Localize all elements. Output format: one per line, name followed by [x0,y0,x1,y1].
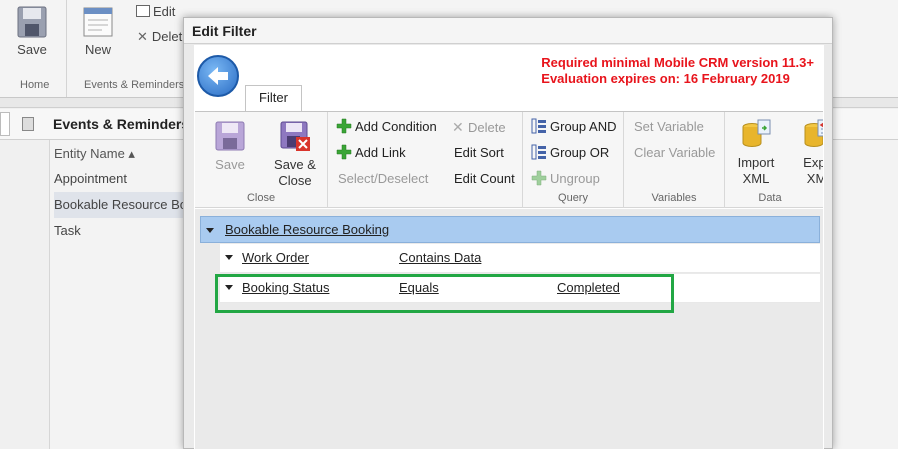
group-and-icon [531,118,546,134]
highlight-box [215,274,674,313]
export-label-2: XMl [806,171,823,186]
bg-save-button[interactable]: Save [4,6,60,57]
edit-filter-dialog: Edit Filter Filter Required minimal Mobi… [183,17,833,449]
save-label: Save [215,157,245,172]
ribbon-group-label-variables: Variables [651,192,697,204]
delete-x-icon: ✕ [452,119,464,135]
group-or-label: Group OR [550,145,610,160]
delete-label: Delete [468,120,506,135]
bg-scroll-handle[interactable] [0,112,10,136]
condition-field-link[interactable]: Work Order [242,250,309,265]
ribbon-group-data: Import XML Expo XMl Data [725,112,823,208]
plus-icon [531,170,547,186]
filter-tree: Bookable Resource Booking Work Order Con… [195,209,823,449]
divider [66,0,67,97]
bg-delete-label: Delet [151,29,183,44]
group-or-button[interactable]: Group OR [531,143,609,163]
save-button[interactable]: Save [205,120,255,173]
notice-expiry: Evaluation expires on: 16 February 2019 [541,71,790,86]
add-condition-label: Add Condition [355,119,437,134]
back-button[interactable] [197,55,239,97]
floppy-disk-icon [17,6,47,38]
condition-operator-link[interactable]: Contains Data [399,250,481,265]
import-label-1: Import [737,155,775,170]
ribbon-group-query: Group AND Group OR Ungroup Query [523,112,624,208]
save-close-button[interactable]: Save & Close [267,120,323,189]
delete-button[interactable]: ✕ Delete [452,117,506,137]
group-or-icon [531,144,546,160]
dialog-title: Edit Filter [184,18,832,44]
bg-group-events-label: Events & Reminders [84,79,185,91]
ribbon-group-label-data: Data [758,192,782,204]
import-label-2: XML [742,171,770,186]
group-and-button[interactable]: Group AND [531,117,616,137]
floppy-disk-icon [215,121,245,151]
expand-triangle-icon[interactable] [225,255,233,260]
dialog-body: Filter Required minimal Mobile CRM versi… [194,45,824,449]
filter-ribbon: Save Save & Close Close Add Condition Ad… [195,111,823,208]
ribbon-group-label-query: Query [558,192,588,204]
ribbon-group-label-close: Close [246,192,276,204]
bg-new-button[interactable]: New [72,6,124,57]
edit-icon [136,5,150,17]
export-label-1: Expo [803,155,823,170]
tree-row: Work Order Contains Data [220,244,820,273]
save-close-label-1: Save & [274,157,316,172]
export-xml-button[interactable]: Expo XMl [791,118,823,187]
ungroup-label: Ungroup [550,171,600,186]
edit-count-button[interactable]: Edit Count [454,169,515,189]
tab-filter[interactable]: Filter [245,85,302,111]
group-and-label: Group AND [550,119,617,134]
import-xml-button[interactable]: Import XML [729,118,783,187]
ribbon-group-close: Save Save & Close Close [195,112,328,208]
clear-variable-button[interactable]: Clear Variable [634,143,715,163]
plus-icon [336,144,352,160]
ungroup-button[interactable]: Ungroup [531,169,600,189]
select-deselect-button[interactable]: Select/Deselect [338,169,428,189]
ribbon-group-edit: Add Condition Add Link Select/Deselect ✕… [328,112,523,208]
edit-sort-button[interactable]: Edit Sort [454,143,504,163]
database-import-icon [742,119,771,147]
save-close-icon [280,121,310,151]
add-link-button[interactable]: Add Link [336,143,406,163]
root-entity-link[interactable]: Bookable Resource Booking [225,222,389,237]
bg-edit-label: Edit [153,4,176,19]
evaluation-notice: Required minimal Mobile CRM version 11.3… [541,55,814,87]
expand-triangle-icon[interactable] [206,228,214,233]
tree-root-row[interactable]: Bookable Resource Booking [200,216,820,243]
add-condition-button[interactable]: Add Condition [336,117,437,137]
bg-save-label: Save [17,42,47,57]
new-document-icon [83,7,113,37]
bg-delete-button[interactable]: ✕ Delet [137,29,182,45]
bg-group-home-label: Home [20,79,50,91]
notice-version: Required minimal Mobile CRM version 11.3… [541,55,814,70]
bg-new-label: New [84,42,111,57]
bg-list-title: Events & Reminders [53,116,190,132]
arrow-left-icon [208,67,228,85]
set-variable-button[interactable]: Set Variable [634,117,704,137]
add-link-label: Add Link [355,145,406,160]
delete-x-icon: ✕ [137,29,148,44]
save-close-label-2: Close [278,173,312,188]
database-export-icon [804,119,823,147]
plus-icon [336,118,352,134]
list-icon [22,117,34,131]
bg-edit-button[interactable]: Edit [136,4,175,19]
ribbon-group-variables: Set Variable Clear Variable Variables [624,112,725,208]
